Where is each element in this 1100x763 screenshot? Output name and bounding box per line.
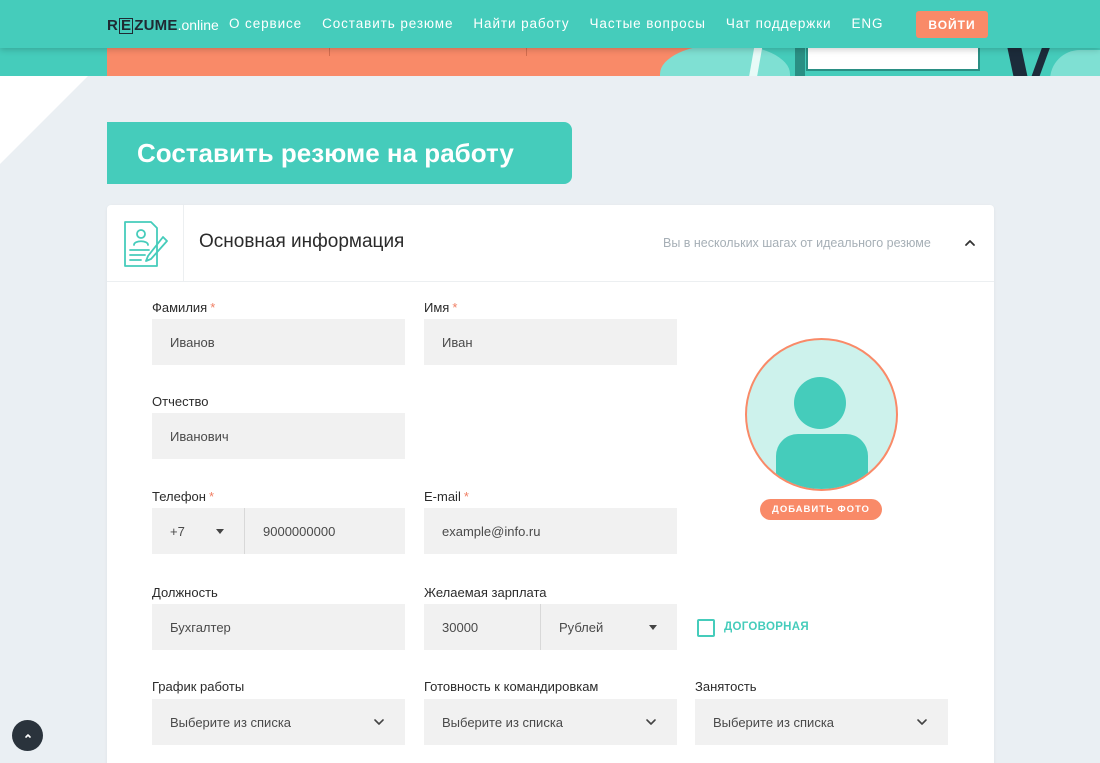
phone-code-value: +7 <box>170 523 185 539</box>
first-name-input[interactable]: Иван <box>424 319 677 365</box>
travel-value: Выберите из списка <box>442 714 564 730</box>
logo-text: R E ZUME <box>107 16 178 34</box>
card-icon-box <box>107 205 184 282</box>
add-photo-button[interactable]: ДОБАВИТЬ ФОТО <box>760 499 882 520</box>
banner-blob-shape <box>1050 50 1100 76</box>
schedule-select[interactable]: Выберите из списка <box>152 699 405 745</box>
chevron-up-icon <box>24 733 31 738</box>
chevron-down-icon <box>374 719 384 725</box>
email-input[interactable]: example@info.ru <box>424 508 677 554</box>
last-name-input[interactable]: Иванов <box>152 319 405 365</box>
nav-item-about[interactable]: О сервисе <box>229 16 302 31</box>
salary-input[interactable]: 30000 <box>424 604 540 650</box>
nav-item-support-chat[interactable]: Чат поддержки <box>726 16 832 31</box>
basic-info-card: Основная информация Вы в нескольких шага… <box>107 205 994 763</box>
employment-label: Занятость <box>695 679 757 694</box>
section-hint: Вы в нескольких шагах от идеального резю… <box>663 236 931 250</box>
chevron-down-icon <box>917 719 927 725</box>
position-input[interactable]: Бухгалтер <box>152 604 405 650</box>
avatar-head-shape <box>794 377 846 429</box>
negotiable-checkbox[interactable] <box>697 619 715 637</box>
user-avatar-icon[interactable] <box>745 338 898 491</box>
avatar-body-shape <box>776 434 868 489</box>
first-name-label: Имя * <box>424 300 458 315</box>
position-label: Должность <box>152 585 218 600</box>
nav-item-language[interactable]: ENG <box>851 16 883 31</box>
site-header: R E ZUME .online О сервисе Составить резюме… <box>0 0 1100 48</box>
salary-label: Желаемая зарплата <box>424 585 547 600</box>
caret-down-icon <box>649 624 657 630</box>
nav-item-find-job[interactable]: Найти работу <box>473 16 569 31</box>
phone-label: Телефон * <box>152 489 214 504</box>
caret-down-icon <box>216 528 224 534</box>
phone-code-select[interactable]: +7 <box>152 508 244 554</box>
middle-name-input[interactable]: Иванович <box>152 413 405 459</box>
currency-value: Рублей <box>559 619 604 635</box>
middle-name-label: Отчество <box>152 394 209 409</box>
resume-document-icon <box>124 220 168 267</box>
chevron-up-icon[interactable] <box>963 237 977 249</box>
banner-figure-shape <box>1030 48 1050 76</box>
employment-value: Выберите из списка <box>713 714 835 730</box>
employment-select[interactable]: Выберите из списка <box>695 699 948 745</box>
chevron-down-icon <box>646 719 656 725</box>
last-name-label: Фамилия * <box>152 300 216 315</box>
nav-item-create-resume[interactable]: Составить резюме <box>322 16 453 31</box>
travel-label: Готовность к командировкам <box>424 679 599 694</box>
negotiable-label[interactable]: ДОГОВОРНАЯ <box>724 621 809 633</box>
nav-item-faq[interactable]: Частые вопросы <box>590 16 706 31</box>
schedule-value: Выберите из списка <box>170 714 292 730</box>
travel-select[interactable]: Выберите из списка <box>424 699 677 745</box>
schedule-label: График работы <box>152 679 245 694</box>
logo-tld: .online <box>177 17 219 33</box>
card-header[interactable]: Основная информация Вы в нескольких шага… <box>107 205 994 282</box>
page-title: Составить резюме на работу <box>107 122 572 184</box>
currency-select[interactable]: Рублей <box>540 604 677 650</box>
scroll-to-top-button[interactable] <box>12 720 43 751</box>
email-label: E-mail * <box>424 489 469 504</box>
login-button[interactable]: ВОЙТИ <box>916 11 988 38</box>
decorative-diagonal <box>0 76 88 164</box>
phone-number-input[interactable]: 9000000000 <box>244 508 405 554</box>
main-nav: О сервисе Составить резюме Найти работу … <box>229 16 883 31</box>
site-logo[interactable]: R E ZUME .online <box>107 15 219 35</box>
section-title: Основная информация <box>199 231 405 252</box>
